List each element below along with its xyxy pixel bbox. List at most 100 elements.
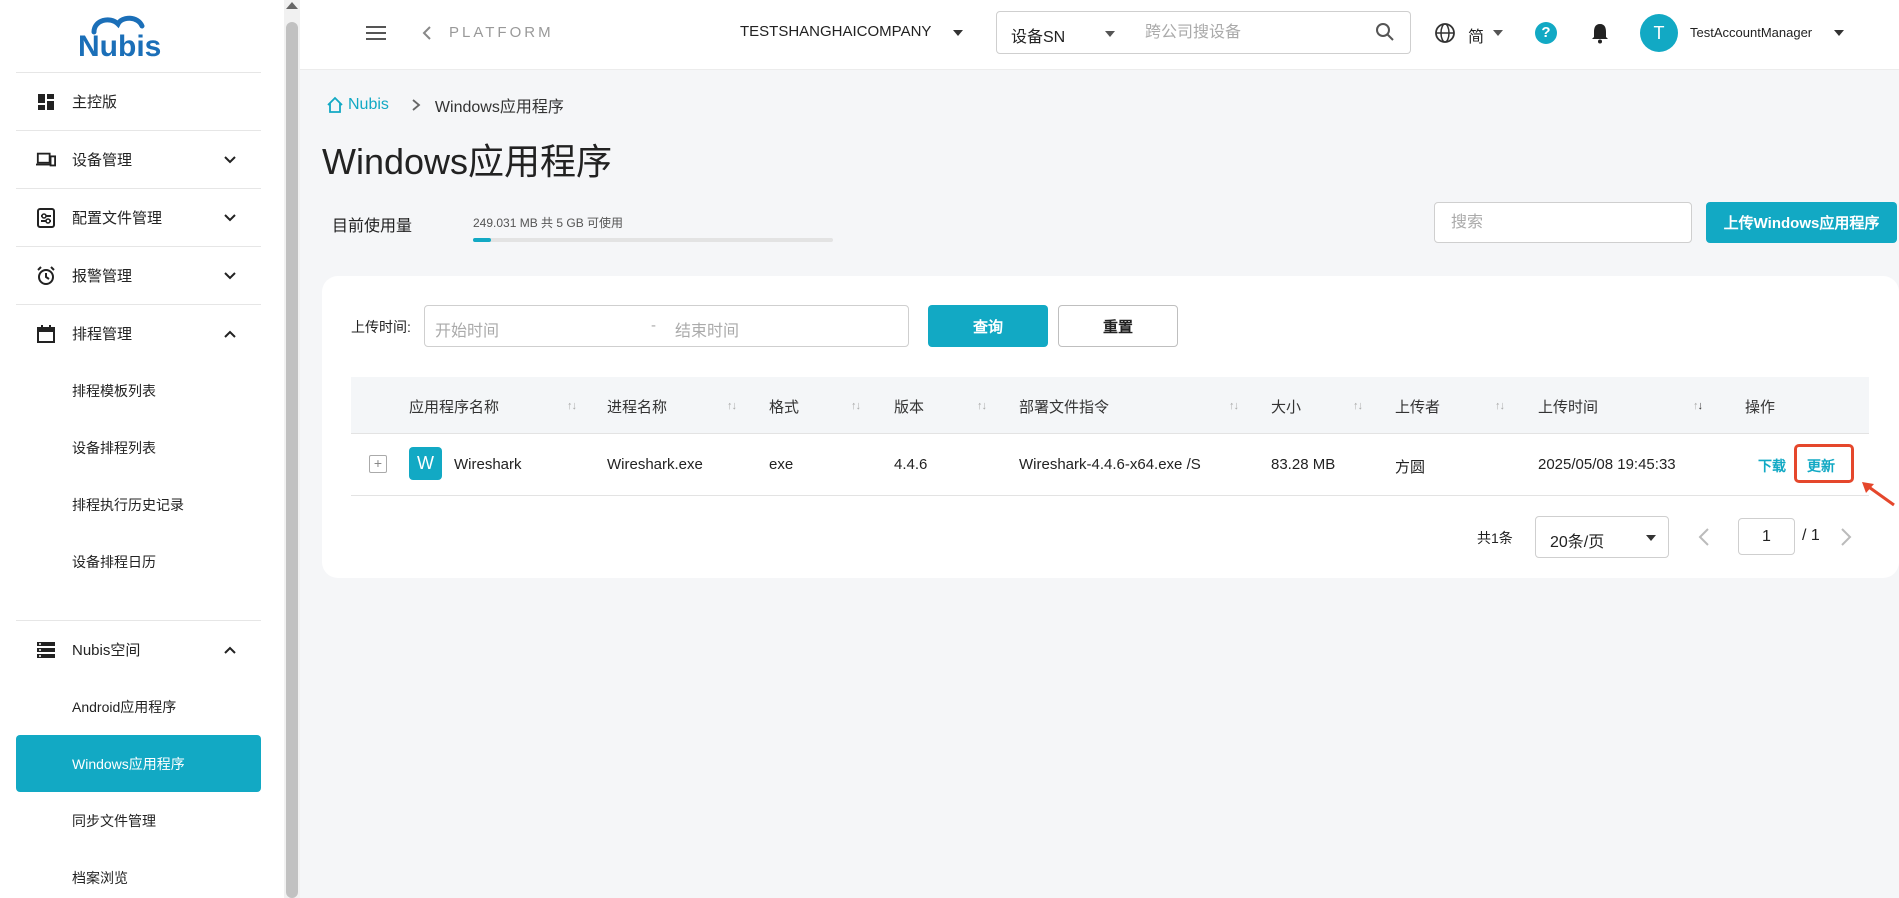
search-type-select[interactable]: 设备SN <box>996 11 1130 54</box>
usage-text: 249.031 MB 共 5 GB 可使用 <box>473 216 624 230</box>
column-header-process[interactable]: 进程名称 <box>607 396 667 417</box>
expand-row-icon[interactable]: + <box>369 455 387 473</box>
sidebar-item-schedules[interactable]: 排程管理 <box>16 304 261 362</box>
sort-desc-icon[interactable]: ↑↓ <box>1693 400 1703 412</box>
date-separator: - <box>651 317 656 334</box>
column-header-uploader[interactable]: 上传者 <box>1395 396 1440 417</box>
column-header-app-name[interactable]: 应用程序名称 <box>409 396 499 417</box>
caret-down-icon <box>1105 31 1115 37</box>
platform-link[interactable]: PLATFORM <box>449 24 554 41</box>
upload-windows-app-button[interactable]: 上传Windows应用程序 <box>1706 202 1897 243</box>
sort-icon[interactable]: ↑↓ <box>1229 400 1239 412</box>
chevron-down-icon <box>224 155 236 163</box>
column-header-deploy-command[interactable]: 部署文件指令 <box>1019 396 1109 417</box>
upload-time-label: 上传时间: <box>351 319 411 335</box>
sidebar-subitem-schedule-templates[interactable]: 排程模板列表 <box>16 362 261 419</box>
page-size-select[interactable]: 20条/页 <box>1535 516 1669 558</box>
page-number-input[interactable] <box>1738 518 1795 555</box>
breadcrumb: Nubis Windows应用程序 <box>326 93 564 117</box>
chevron-left-icon[interactable] <box>420 24 434 42</box>
company-selector[interactable]: TESTSHANGHAICOMPANY <box>740 23 931 40</box>
caret-down-icon[interactable] <box>953 30 963 36</box>
date-range-picker[interactable]: 开始时间 - 结束时间 <box>424 305 909 347</box>
column-header-actions: 操作 <box>1745 399 1776 416</box>
globe-icon[interactable] <box>1434 22 1456 44</box>
sidebar-scrollbar-thumb[interactable] <box>286 22 298 898</box>
sidebar-subitem-file-browser[interactable]: 档案浏览 <box>16 849 261 898</box>
sidebar: Nubis 主控版 设备管理 配置文件管理 报警管理 排程管理 排程模板列表 设… <box>0 0 284 898</box>
user-name[interactable]: TestAccountManager <box>1690 25 1812 40</box>
sort-icon[interactable]: ↑↓ <box>567 400 577 412</box>
query-button[interactable]: 查询 <box>928 305 1048 347</box>
hamburger-menu-icon[interactable] <box>366 24 386 42</box>
sidebar-item-devices[interactable]: 设备管理 <box>16 130 261 188</box>
sidebar-subitem-schedule-calendar[interactable]: 设备排程日历 <box>16 533 261 590</box>
caret-down-icon[interactable] <box>1493 30 1503 36</box>
chevron-right-icon[interactable] <box>1838 526 1854 548</box>
sidebar-item-dashboard[interactable]: 主控版 <box>16 72 261 130</box>
language-selector[interactable]: 简 <box>1468 23 1484 47</box>
search-input[interactable] <box>1434 202 1692 243</box>
sidebar-item-label: 排程管理 <box>72 326 133 343</box>
download-link[interactable]: 下载 <box>1758 456 1786 476</box>
column-header-size[interactable]: 大小 <box>1271 396 1301 417</box>
breadcrumb-home[interactable]: Nubis <box>326 96 389 114</box>
help-icon[interactable]: ? <box>1535 22 1557 44</box>
chevron-down-icon <box>224 271 236 279</box>
column-header-upload-time[interactable]: 上传时间 <box>1538 396 1598 417</box>
sort-icon[interactable]: ↑↓ <box>977 400 987 412</box>
cell-uploader: 方圆 <box>1395 459 1426 476</box>
usage-label: 目前使用量 <box>332 218 413 235</box>
device-search-input[interactable] <box>1129 11 1411 54</box>
total-count: 共1条 <box>1477 530 1513 546</box>
chevron-down-icon <box>224 213 236 221</box>
usage-progress-fill <box>473 238 491 242</box>
sidebar-item-alarms[interactable]: 报警管理 <box>16 246 261 304</box>
search-icon[interactable] <box>1375 22 1395 42</box>
cell-deploy-command: Wireshark-4.4.6-x64.exe /S <box>1019 456 1201 473</box>
sidebar-item-label: 主控版 <box>72 94 118 111</box>
chevron-left-icon[interactable] <box>1696 526 1712 548</box>
chevron-up-icon <box>224 330 236 338</box>
caret-down-icon[interactable] <box>1834 30 1844 36</box>
home-icon <box>327 96 343 113</box>
sidebar-item-label: Nubis空间 <box>72 642 141 659</box>
cell-format: exe <box>769 456 794 473</box>
sidebar-subitem-android-apps[interactable]: Android应用程序 <box>16 678 261 735</box>
sidebar-item-label: 配置文件管理 <box>72 210 163 227</box>
sort-icon[interactable]: ↑↓ <box>1353 400 1363 412</box>
update-highlight-box <box>1794 444 1854 483</box>
avatar[interactable]: T <box>1640 14 1678 52</box>
bell-icon[interactable] <box>1589 22 1611 44</box>
sidebar-item-config-files[interactable]: 配置文件管理 <box>16 188 261 246</box>
storage-icon <box>36 640 56 660</box>
dashboard-icon <box>36 92 56 112</box>
column-header-version[interactable]: 版本 <box>894 396 924 417</box>
sidebar-item-nubis-space[interactable]: Nubis空间 <box>16 620 261 678</box>
cell-app-name: Wireshark <box>454 456 522 473</box>
page-title: Windows应用程序 <box>322 141 613 182</box>
scroll-up-arrow-icon[interactable] <box>286 2 298 9</box>
sidebar-subitem-sync-files[interactable]: 同步文件管理 <box>16 792 261 849</box>
sort-icon[interactable]: ↑↓ <box>727 400 737 412</box>
nubis-logo[interactable]: Nubis <box>76 12 186 62</box>
cell-version: 4.4.6 <box>894 456 928 473</box>
column-header-format[interactable]: 格式 <box>769 396 799 417</box>
caret-down-icon <box>1646 535 1656 541</box>
cell-size: 83.28 MB <box>1271 456 1336 473</box>
start-date-field[interactable]: 开始时间 <box>435 317 499 341</box>
sidebar-subitem-windows-apps[interactable]: Windows应用程序 <box>16 735 261 792</box>
table-header: 应用程序名称 ↑↓ 进程名称 ↑↓ 格式 ↑↓ 版本 ↑↓ 部署文件指令 ↑↓ … <box>351 377 1869 434</box>
chevron-up-icon <box>224 646 236 654</box>
reset-button[interactable]: 重置 <box>1058 305 1178 347</box>
app-icon: W <box>409 447 442 480</box>
sidebar-subitem-schedule-history[interactable]: 排程执行历史记录 <box>16 476 261 533</box>
end-date-field[interactable]: 结束时间 <box>675 317 739 341</box>
sort-icon[interactable]: ↑↓ <box>851 400 861 412</box>
sidebar-subitem-device-schedules[interactable]: 设备排程列表 <box>16 419 261 476</box>
sort-icon[interactable]: ↑↓ <box>1495 400 1505 412</box>
sidebar-item-label: 报警管理 <box>72 268 133 285</box>
search-type-value: 设备SN <box>1011 29 1066 46</box>
breadcrumb-current: Windows应用程序 <box>434 99 564 116</box>
logo-text: Nubis <box>78 30 161 62</box>
